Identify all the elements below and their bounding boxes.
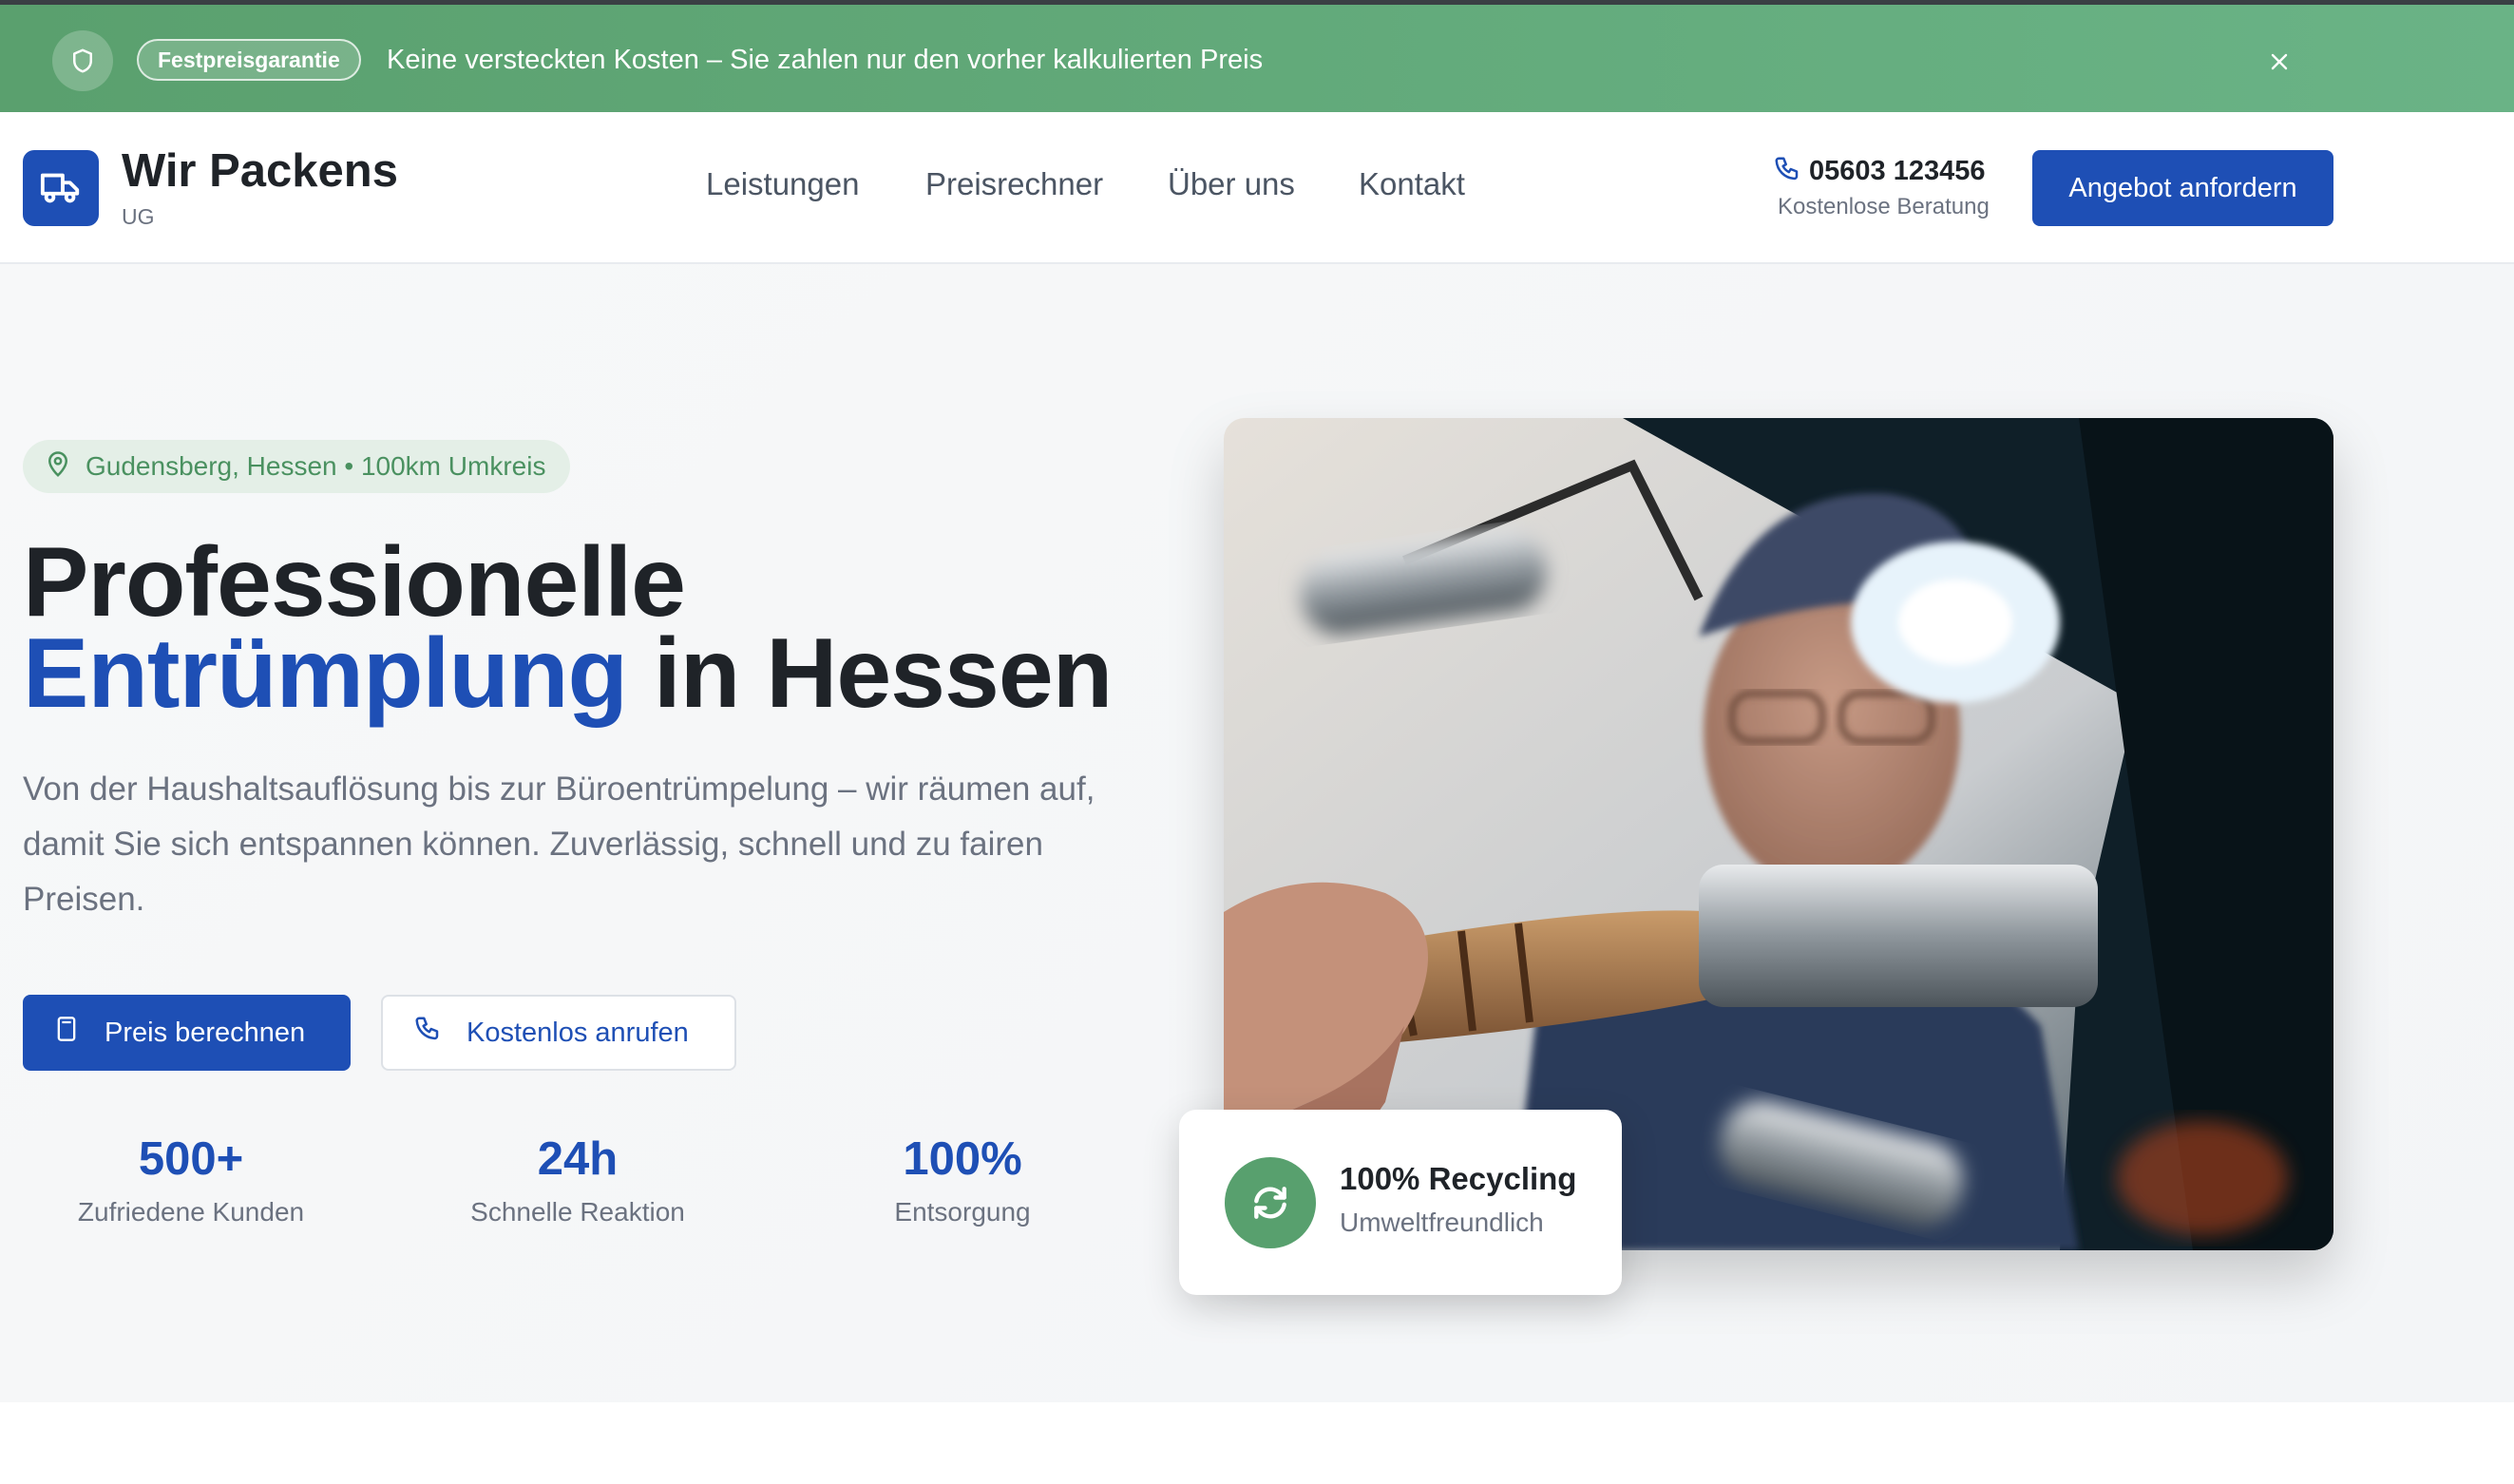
refresh-icon <box>1225 1157 1316 1248</box>
shield-icon <box>52 30 113 91</box>
headline-rest: in Hessen <box>627 618 1113 729</box>
stat-label: Schnelle Reaktion <box>470 1197 685 1227</box>
stat-disposal: 100% Entsorgung <box>806 1132 1119 1231</box>
call-free-button[interactable]: Kostenlos anrufen <box>381 995 736 1071</box>
stat-value: 100% <box>903 1133 1022 1185</box>
calculate-price-button[interactable]: Preis berechnen <box>23 995 351 1071</box>
recycling-subtitle: Umweltfreundlich <box>1340 1208 1544 1237</box>
close-icon[interactable] <box>2257 40 2301 84</box>
phone-icon <box>413 1015 442 1051</box>
announcement-banner: Festpreisgarantie Keine versteckten Kost… <box>0 0 2514 112</box>
header-phone[interactable]: 05603 123456 <box>1773 155 1985 188</box>
brand-name[interactable]: Wir Packens <box>122 144 398 198</box>
hero-lead: Von der Haushaltsauflösung bis zur Büroe… <box>23 771 1095 918</box>
stat-label: Entsorgung <box>894 1197 1031 1227</box>
location-badge: Gudensberg, Hessen • 100km Umkreis <box>23 440 571 493</box>
stat-reaction: 24h Schnelle Reaktion <box>421 1132 734 1231</box>
location-text: Gudensberg, Hessen • 100km Umkreis <box>86 451 546 481</box>
request-offer-button[interactable]: Angebot anfordern <box>2032 150 2333 226</box>
nav-preisrechner[interactable]: Preisrechner <box>925 166 1103 202</box>
call-free-label: Kostenlos anrufen <box>467 1017 689 1048</box>
brand-suffix: UG <box>122 204 155 229</box>
recycling-title: 100% Recycling <box>1340 1161 1577 1196</box>
stat-value: 500+ <box>138 1133 244 1185</box>
map-pin-icon <box>44 450 72 484</box>
calculate-price-label: Preis berechnen <box>105 1017 306 1048</box>
recycling-card: 100% Recycling Umweltfreundlich <box>1179 1110 1622 1295</box>
nav-ueber-uns[interactable]: Über uns <box>1168 166 1295 202</box>
nav-kontakt[interactable]: Kontakt <box>1359 166 1465 202</box>
stat-value: 24h <box>537 1133 619 1185</box>
nav-leistungen[interactable]: Leistungen <box>706 166 859 202</box>
stat-customers: 500+ Zufriedene Kunden <box>34 1132 348 1231</box>
phone-subtitle: Kostenlose Beratung <box>1778 194 1990 219</box>
festpreis-badge: Festpreisgarantie <box>137 39 361 81</box>
stat-label: Zufriedene Kunden <box>77 1197 305 1227</box>
banner-text: Keine versteckten Kosten – Sie zahlen nu… <box>387 45 1264 75</box>
site-header: Wir Packens UG Leistungen Preisrechner Ü… <box>0 112 2514 264</box>
phone-icon <box>1773 155 1801 188</box>
hero-section: Gudensberg, Hessen • 100km Umkreis Profe… <box>0 264 2514 1402</box>
hero-headline: Professionelle Entrümplung in Hessen <box>23 533 1113 723</box>
calculator-icon <box>53 1016 80 1050</box>
headline-accent: Entrümplung <box>23 618 628 729</box>
phone-number[interactable]: 05603 123456 <box>1809 156 1985 187</box>
truck-icon[interactable] <box>23 150 99 226</box>
